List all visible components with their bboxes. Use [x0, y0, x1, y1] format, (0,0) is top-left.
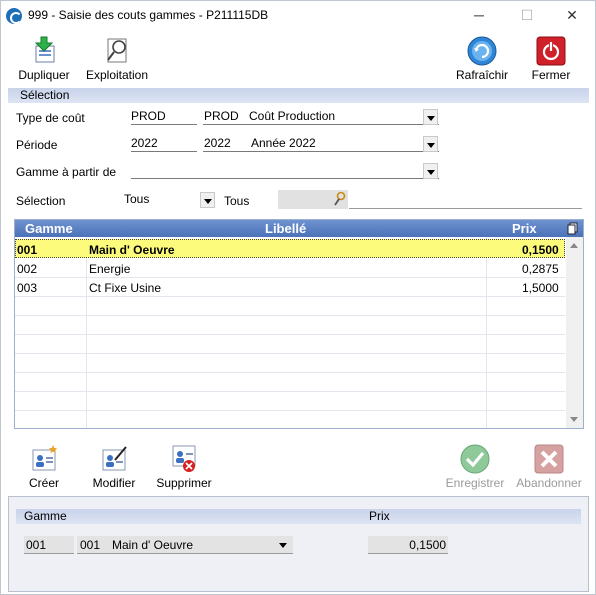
- table-row[interactable]: 002 Energie 0,2875: [15, 259, 565, 278]
- search-key-icon: [334, 191, 346, 206]
- detail-prix-header: Prix: [369, 509, 390, 523]
- checkmark-icon: [460, 444, 490, 474]
- detail-gamme-code2: 001: [80, 538, 101, 552]
- periode-code-field[interactable]: 2022: [131, 134, 197, 152]
- cell-libelle: Main d' Oeuvre: [89, 243, 175, 257]
- power-icon: [536, 36, 566, 66]
- type-cout-select[interactable]: PROD Coût Production: [203, 107, 439, 125]
- enregistrer-label: Enregistrer: [445, 476, 505, 490]
- supprimer-label: Supprimer: [156, 476, 212, 490]
- title-bar: 999 - Saisie des couts gammes - P211115D…: [1, 1, 595, 31]
- cell-prix: 0,2875: [522, 262, 559, 276]
- enregistrer-button[interactable]: Enregistrer: [441, 444, 509, 490]
- grid-scrollbar[interactable]: [566, 237, 583, 428]
- main-window: 999 - Saisie des couts gammes - P211115D…: [0, 0, 596, 595]
- close-window-button[interactable]: ✕: [549, 1, 595, 31]
- duplicate-icon: [34, 36, 55, 63]
- fermer-label: Fermer: [531, 68, 571, 82]
- modifier-button[interactable]: Modifier: [87, 444, 141, 490]
- detail-panel: Gamme Prix 001 001 Main d' Oeuvre 0,1500: [8, 496, 589, 592]
- table-row-empty: [15, 316, 565, 335]
- cell-prix: 0,1500: [522, 243, 559, 257]
- periode-dropdown-button[interactable]: [423, 136, 438, 152]
- cell-gamme: 003: [17, 281, 38, 295]
- dupliquer-label: Dupliquer: [18, 68, 70, 82]
- selection-label: Sélection: [16, 194, 66, 208]
- selection-select-value: Tous: [124, 192, 150, 206]
- refresh-icon: [467, 36, 497, 66]
- gamme-dropdown-button[interactable]: [423, 163, 438, 179]
- col-prix[interactable]: Prix: [512, 221, 537, 236]
- maximize-button[interactable]: ☐: [504, 1, 550, 31]
- abandonner-label: Abandonner: [516, 476, 582, 490]
- periode-code2: 2022: [204, 136, 231, 150]
- table-row-empty: [15, 297, 565, 316]
- supprimer-button[interactable]: Supprimer: [153, 444, 215, 490]
- type-cout-desc: Coût Production: [249, 109, 336, 123]
- detail-gamme-desc: Main d' Oeuvre: [112, 538, 193, 552]
- type-cout-code-field[interactable]: PROD: [131, 107, 197, 125]
- cell-gamme: 001: [17, 243, 38, 257]
- cell-gamme: 002: [17, 262, 38, 276]
- table-row-empty: [15, 335, 565, 354]
- magnifier-icon: [107, 38, 127, 63]
- creer-label: Créer: [28, 476, 59, 490]
- detail-prix-field[interactable]: 0,1500: [368, 536, 448, 554]
- selection-header: Sélection: [8, 88, 589, 103]
- gamme-a-partir-label: Gamme à partir de: [16, 165, 117, 179]
- col-libelle[interactable]: Libellé: [265, 221, 306, 236]
- detail-header: Gamme Prix: [16, 509, 581, 524]
- cancel-x-icon: [534, 444, 564, 474]
- table-row[interactable]: 003 Ct Fixe Usine 1,5000: [15, 278, 565, 297]
- scroll-down-arrow[interactable]: [570, 417, 578, 422]
- detail-gamme-code-field[interactable]: 001: [24, 536, 74, 554]
- grid-header: Gamme Libellé Prix: [15, 220, 583, 237]
- selection-header-label: Sélection: [20, 88, 70, 102]
- create-user-icon: [32, 445, 58, 471]
- app-icon: [6, 8, 22, 24]
- chevron-down-icon[interactable]: [279, 543, 287, 548]
- modifier-label: Modifier: [92, 476, 136, 490]
- gammes-grid: Gamme Libellé Prix 001 Main d' Oeuvre 0,…: [14, 219, 584, 429]
- table-row-empty: [15, 354, 565, 373]
- type-cout-dropdown-button[interactable]: [423, 109, 438, 125]
- exploitation-label: Exploitation: [85, 68, 149, 82]
- detail-gamme-select[interactable]: 001 Main d' Oeuvre: [77, 536, 293, 554]
- dupliquer-button[interactable]: Dupliquer: [13, 36, 75, 82]
- cell-libelle: Ct Fixe Usine: [89, 281, 162, 295]
- type-cout-label: Type de coût: [16, 111, 85, 125]
- creer-button[interactable]: Créer: [17, 444, 71, 490]
- periode-select[interactable]: 2022 Année 2022: [203, 134, 439, 152]
- exploitation-button[interactable]: Exploitation: [81, 36, 153, 82]
- cell-libelle: Energie: [89, 262, 131, 276]
- scroll-up-arrow[interactable]: [570, 243, 578, 248]
- col-gamme[interactable]: Gamme: [25, 221, 73, 236]
- table-row-empty: [15, 392, 565, 411]
- minimize-button[interactable]: ─: [456, 1, 502, 31]
- rafraichir-label: Rafraîchir: [455, 68, 508, 82]
- gamme-a-partir-field[interactable]: [131, 161, 439, 179]
- rafraichir-button[interactable]: Rafraîchir: [451, 36, 513, 82]
- selection-dropdown-button[interactable]: [200, 192, 215, 208]
- cell-prix: 1,5000: [522, 281, 559, 295]
- window-title: 999 - Saisie des couts gammes - P211115D…: [28, 8, 269, 22]
- edit-user-icon: [102, 446, 127, 471]
- type-cout-code2: PROD: [204, 109, 239, 123]
- selection-tous-text: Tous: [224, 194, 250, 208]
- delete-user-icon: [172, 445, 196, 472]
- table-row[interactable]: 001 Main d' Oeuvre 0,1500: [15, 239, 565, 258]
- detail-gamme-header: Gamme: [24, 509, 67, 523]
- abandonner-button[interactable]: Abandonner: [513, 444, 585, 490]
- selection-search-field[interactable]: [278, 190, 348, 209]
- copy-icon[interactable]: [567, 222, 579, 235]
- periode-label: Période: [16, 138, 58, 152]
- selection-underline: [349, 208, 582, 209]
- fermer-button[interactable]: Fermer: [523, 36, 579, 82]
- periode-desc: Année 2022: [251, 136, 316, 150]
- table-row-empty: [15, 373, 565, 392]
